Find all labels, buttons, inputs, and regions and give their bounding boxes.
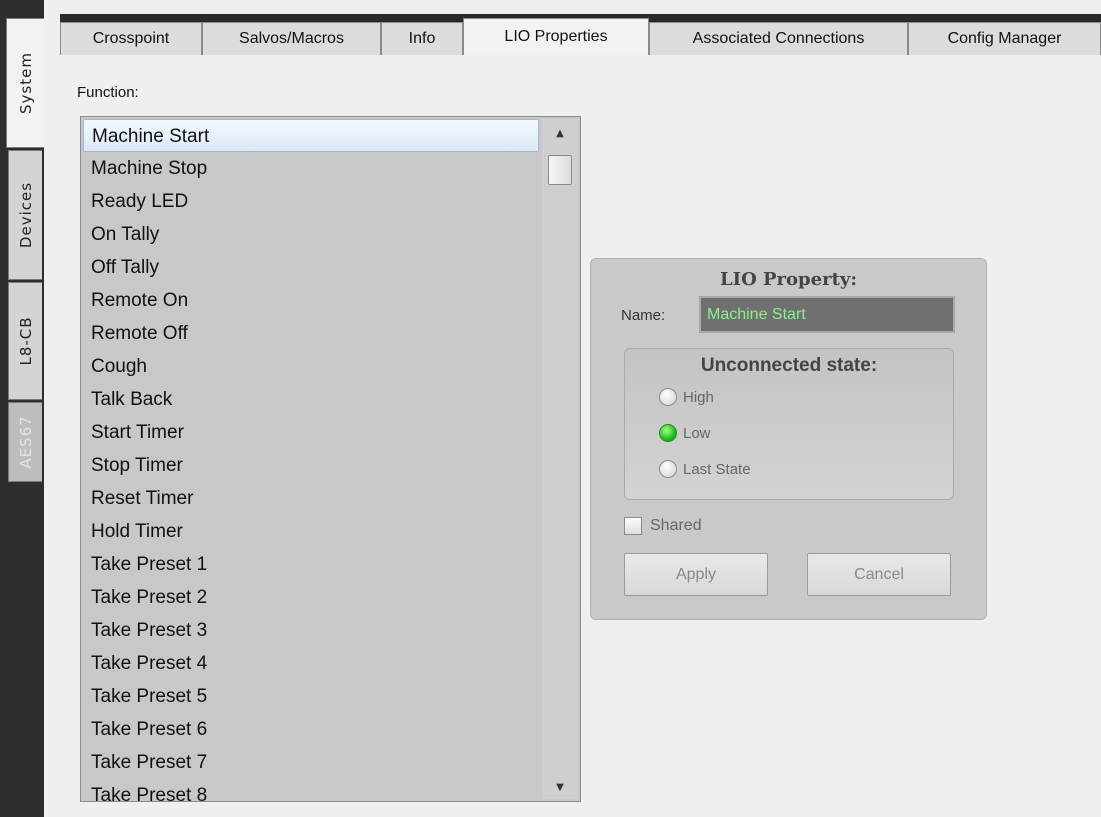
radio-high-indicator [659, 388, 677, 406]
radio-low-label: Low [683, 424, 711, 442]
tab-bar: Crosspoint Salvos/Macros Info LIO Proper… [60, 14, 1101, 55]
list-item[interactable]: Take Preset 1 [83, 548, 539, 581]
function-list-items: Machine Start Machine Stop Ready LED On Tal… [83, 119, 539, 801]
unconnected-state-title: Unconnected state: [700, 355, 878, 376]
tab-info[interactable]: Info [381, 22, 463, 55]
radio-high-label: High [683, 388, 714, 406]
apply-button-label: Apply [675, 565, 717, 583]
shared-label: Shared [650, 517, 702, 534]
list-item[interactable]: Take Preset 5 [83, 680, 539, 713]
list-item[interactable]: Start Timer [83, 416, 539, 449]
chevron-down-icon[interactable]: ▼ [542, 777, 578, 797]
list-item[interactable]: Machine Start [83, 119, 539, 152]
shared-checkbox-row[interactable]: Shared [624, 515, 702, 537]
lio-property-panel: LIO Property: Name: Unconnected state: H… [590, 258, 987, 620]
tab-salvos-macros-label: Salvos/Macros [239, 30, 344, 47]
vtab-devices-label: Devices [16, 181, 35, 249]
list-item[interactable]: Reset Timer [83, 482, 539, 515]
tab-lio-properties[interactable]: LIO Properties [463, 18, 649, 55]
function-label: Function: [77, 84, 139, 101]
vtab-system[interactable]: System [6, 18, 44, 148]
cancel-button-label: Cancel [854, 565, 904, 583]
tab-salvos-macros[interactable]: Salvos/Macros [202, 22, 381, 55]
list-item[interactable]: Remote On [83, 284, 539, 317]
vtab-system-label: System [16, 52, 35, 114]
chevron-up-icon[interactable]: ▲ [542, 123, 578, 143]
app-window: System Devices L8-CB AES67 Crosspoint Sa… [0, 0, 1101, 817]
name-label: Name: [621, 307, 666, 324]
list-item[interactable]: Take Preset 8 [83, 779, 539, 801]
vtab-aes67-label: AES67 [16, 415, 35, 469]
list-item[interactable]: Take Preset 6 [83, 713, 539, 746]
list-item[interactable]: Ready LED [83, 185, 539, 218]
list-item[interactable]: Talk Back [83, 383, 539, 416]
scrollbar-thumb[interactable] [548, 155, 572, 185]
radio-last-state-indicator [659, 460, 677, 478]
list-item[interactable]: Off Tally [83, 251, 539, 284]
cancel-button[interactable]: Cancel [807, 553, 951, 596]
vertical-tab-sidebar: System Devices L8-CB AES67 [0, 0, 44, 817]
vtab-devices[interactable]: Devices [8, 150, 42, 280]
list-item[interactable]: Take Preset 2 [83, 581, 539, 614]
tab-crosspoint[interactable]: Crosspoint [60, 22, 202, 55]
apply-button[interactable]: Apply [624, 553, 768, 596]
tab-associated-connections-label: Associated Connections [692, 30, 865, 47]
vtab-l8-cb-label: L8-CB [16, 316, 35, 366]
list-item[interactable]: On Tally [83, 218, 539, 251]
tab-config-manager[interactable]: Config Manager [908, 22, 1101, 55]
list-item[interactable]: Remote Off [83, 317, 539, 350]
radio-high[interactable]: High [659, 385, 714, 409]
list-item[interactable]: Stop Timer [83, 449, 539, 482]
list-scrollbar[interactable]: ▲ ▼ [542, 119, 578, 799]
function-listbox[interactable]: Machine Start Machine Stop Ready LED On Tal… [80, 116, 581, 802]
tab-associated-connections[interactable]: Associated Connections [649, 22, 908, 55]
vtab-aes67: AES67 [8, 402, 42, 482]
radio-low-indicator [659, 424, 677, 442]
main-content: Crosspoint Salvos/Macros Info LIO Proper… [44, 0, 1101, 817]
name-field[interactable] [699, 296, 955, 333]
tab-info-label: Info [408, 30, 436, 47]
radio-low[interactable]: Low [659, 421, 711, 445]
radio-last-state[interactable]: Last State [659, 457, 751, 481]
lio-property-title: LIO Property: [720, 269, 857, 290]
tab-lio-properties-label: LIO Properties [504, 28, 608, 45]
tab-config-manager-label: Config Manager [947, 30, 1062, 47]
list-item[interactable]: Hold Timer [83, 515, 539, 548]
list-item[interactable]: Take Preset 4 [83, 647, 539, 680]
list-item[interactable]: Take Preset 7 [83, 746, 539, 779]
vtab-l8-cb[interactable]: L8-CB [8, 282, 42, 400]
list-item[interactable]: Take Preset 3 [83, 614, 539, 647]
shared-checkbox[interactable] [624, 517, 642, 535]
radio-last-state-label: Last State [683, 460, 751, 478]
list-item[interactable]: Machine Stop [83, 152, 539, 185]
list-item[interactable]: Cough [83, 350, 539, 383]
unconnected-state-group: Unconnected state: High Low Last State [624, 348, 954, 500]
tab-crosspoint-label: Crosspoint [92, 30, 170, 47]
